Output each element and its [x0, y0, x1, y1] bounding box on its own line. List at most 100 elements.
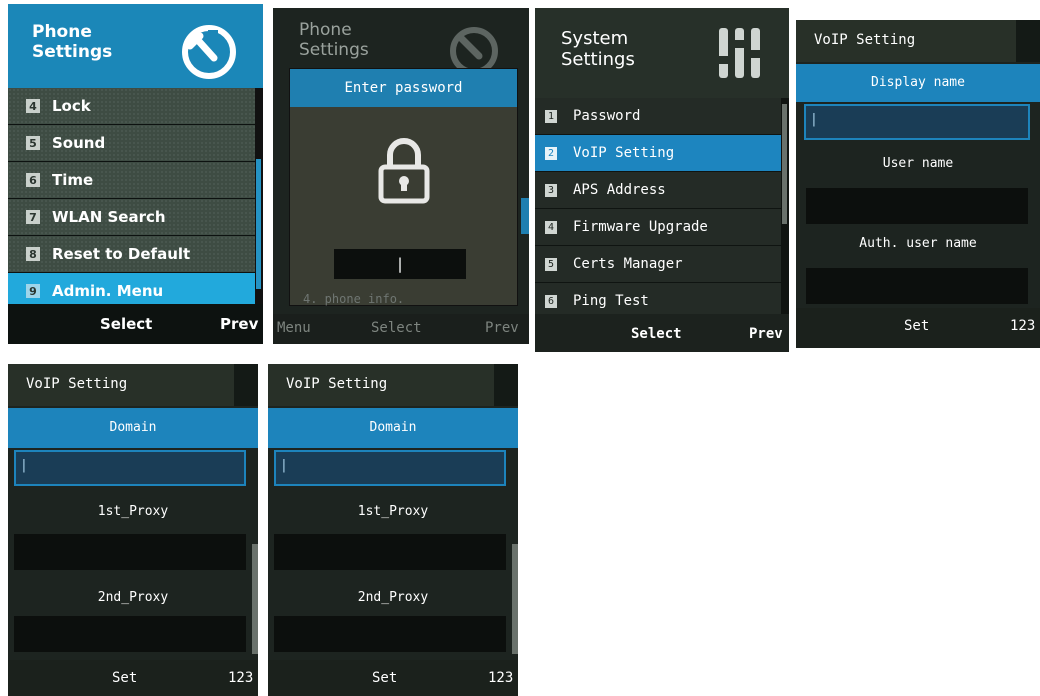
item-label: APS Address	[573, 182, 666, 198]
voip-header: VoIP Setting	[268, 364, 518, 406]
menu-item-password[interactable]: 1 Password	[535, 98, 781, 135]
item-number: 9	[26, 284, 40, 298]
softkey-input-mode[interactable]: 123	[1010, 318, 1035, 334]
menu-item-sound[interactable]: 5 Sound	[8, 125, 255, 162]
first-proxy-label: 1st_Proxy	[357, 504, 429, 519]
voip-title: VoIP Setting	[286, 376, 388, 392]
menu-item-time[interactable]: 6 Time	[8, 162, 255, 199]
scrollbar-thumb[interactable]	[256, 159, 261, 289]
softkey-bar: Set 123	[796, 308, 1040, 348]
menu-item-wlan-search[interactable]: 7 WLAN Search	[8, 199, 255, 236]
domain-field[interactable]: |	[14, 450, 246, 486]
softkey-bar: Set 123	[268, 660, 518, 696]
voip-title: VoIP Setting	[26, 376, 128, 392]
system-settings-list: 1 Password 2 VoIP Setting 3 APS Address 4 Fi…	[535, 98, 781, 320]
item-number: 5	[26, 136, 40, 150]
display-name-label: Display name	[796, 64, 1040, 102]
voip-setting-screen-proxy-a: VoIP Setting Domain | 1st_Proxy 2nd_Prox…	[8, 364, 258, 696]
wrench-icon	[182, 25, 236, 79]
title-line-1: System	[561, 28, 629, 49]
softkey-menu[interactable]: Menu	[277, 320, 311, 336]
softkey-set[interactable]: Set	[372, 670, 397, 686]
user-name-label: User name	[882, 156, 954, 171]
item-label: Reset to Default	[52, 245, 191, 263]
scrollbar-thumb[interactable]	[782, 104, 787, 224]
softkey-input-mode[interactable]: 123	[488, 670, 513, 686]
softkey-select[interactable]: Select	[631, 326, 682, 342]
password-screen: Phone Settings Enter password | 4. phone…	[273, 8, 529, 344]
softkey-bar: Menu Select Prev	[273, 314, 529, 344]
item-label: VoIP Setting	[573, 145, 675, 161]
softkey-prev[interactable]: Prev	[485, 320, 519, 336]
second-proxy-field[interactable]	[14, 616, 246, 652]
voip-title: VoIP Setting	[814, 32, 916, 48]
softkey-prev[interactable]: Prev	[220, 315, 258, 333]
menu-item-lock[interactable]: 4 Lock	[8, 88, 255, 125]
item-label: Lock	[52, 97, 91, 115]
second-proxy-label: 2nd_Proxy	[97, 590, 169, 605]
header-block	[234, 364, 258, 406]
sliders-icon	[717, 28, 762, 78]
scrollbar-thumb[interactable]	[512, 544, 518, 654]
item-number: 6	[26, 173, 40, 187]
system-settings-header: System Settings	[535, 8, 789, 98]
softkey-bar: Select Prev	[8, 304, 263, 344]
scrollbar-thumb[interactable]	[252, 544, 258, 654]
item-label: Firmware Upgrade	[573, 219, 708, 235]
item-number: 7	[26, 210, 40, 224]
softkey-set[interactable]: Set	[112, 670, 137, 686]
softkey-prev[interactable]: Prev	[749, 326, 783, 342]
item-number: 1	[545, 109, 557, 123]
item-label: Certs Manager	[573, 256, 683, 272]
item-number: 4	[545, 220, 557, 234]
domain-label: Domain	[8, 408, 258, 448]
softkey-input-mode[interactable]: 123	[228, 670, 253, 686]
menu-item-firmware-upgrade[interactable]: 4 Firmware Upgrade	[535, 209, 781, 246]
password-input[interactable]: |	[334, 249, 466, 279]
voip-setting-screen-proxy-b: VoIP Setting Domain | 1st_Proxy 2nd_Prox…	[268, 364, 518, 696]
menu-item-reset-to-default[interactable]: 8 Reset to Default	[8, 236, 255, 273]
second-proxy-field[interactable]	[274, 616, 506, 652]
auth-user-name-label: Auth. user name	[859, 236, 977, 251]
phone-settings-list: 4 Lock 5 Sound 6 Time 7 WLAN Search 8 Reset t…	[8, 88, 255, 310]
menu-item-voip-setting[interactable]: 2 VoIP Setting	[535, 135, 781, 172]
softkey-select[interactable]: Select	[371, 320, 422, 336]
item-label: WLAN Search	[52, 208, 166, 226]
title-line-2: Settings	[561, 49, 635, 70]
first-proxy-field[interactable]	[14, 534, 246, 570]
header-block	[494, 364, 518, 406]
item-label: Password	[573, 108, 641, 124]
item-number: 3	[545, 183, 557, 197]
user-name-field[interactable]	[806, 188, 1028, 224]
system-settings-title: System Settings	[561, 28, 635, 70]
second-proxy-label: 2nd_Proxy	[357, 590, 429, 605]
bg-title-line-1: Phone	[299, 20, 352, 40]
menu-item-aps-address[interactable]: 3 APS Address	[535, 172, 781, 209]
first-proxy-field[interactable]	[274, 534, 506, 570]
softkey-bar: Set 123	[8, 660, 258, 696]
item-number: 2	[545, 146, 557, 160]
item-number: 4	[26, 99, 40, 113]
voip-header: VoIP Setting	[796, 20, 1040, 62]
softkey-select[interactable]: Select	[100, 315, 152, 333]
background-selected-row	[521, 198, 529, 234]
item-label: Time	[52, 171, 94, 189]
title-line-2: Settings	[32, 42, 113, 62]
bg-title-line-2: Settings	[299, 40, 369, 60]
header-block	[1016, 20, 1040, 62]
item-label: Sound	[52, 134, 106, 152]
display-name-field[interactable]: |	[804, 104, 1030, 140]
phone-settings-header: Phone Settings	[8, 4, 263, 88]
softkey-set[interactable]: Set	[904, 318, 929, 334]
system-settings-screen: System Settings 1 Password 2 VoIP Setting …	[535, 8, 789, 352]
item-number: 8	[26, 247, 40, 261]
item-label: Ping Test	[573, 293, 649, 309]
title-line-1: Phone	[32, 22, 92, 42]
auth-user-name-field[interactable]	[806, 268, 1028, 304]
background-title: Phone Settings	[299, 20, 389, 60]
background-row-text: 4. phone info.	[303, 292, 405, 306]
domain-field[interactable]: |	[274, 450, 506, 486]
phone-settings-title: Phone Settings	[32, 22, 122, 62]
first-proxy-label: 1st_Proxy	[97, 504, 169, 519]
menu-item-certs-manager[interactable]: 5 Certs Manager	[535, 246, 781, 283]
